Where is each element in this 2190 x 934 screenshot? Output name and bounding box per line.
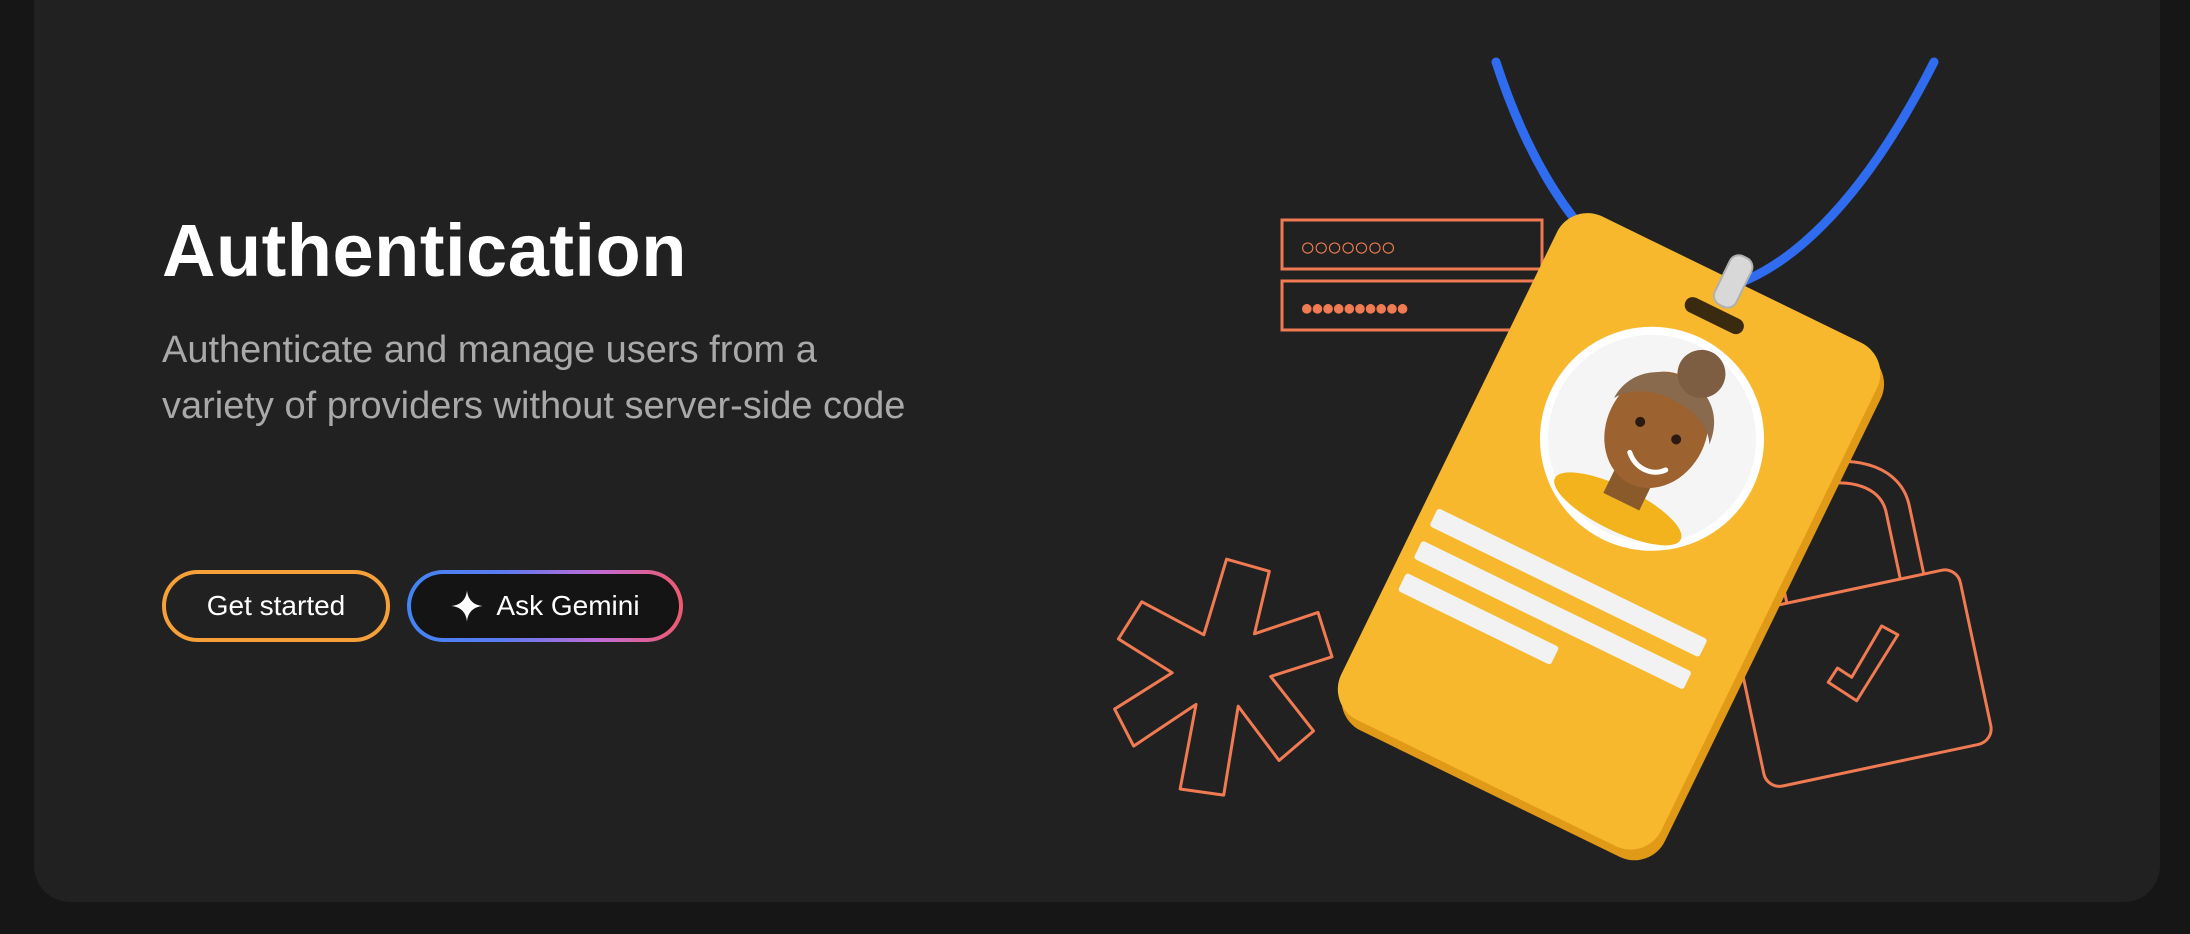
password-field-illustration: ●●●●●●●●●● bbox=[1280, 279, 1544, 332]
ask-gemini-button[interactable]: Ask Gemini bbox=[407, 570, 683, 642]
gemini-spark-icon bbox=[451, 590, 484, 622]
username-mask-text: ○○○○○○○ bbox=[1302, 236, 1396, 258]
hero-description: Authenticate and manage users from a var… bbox=[162, 329, 906, 427]
get-started-label: Get started bbox=[206, 590, 346, 621]
id-badge-illustration: ○○○○○○○ ●●●●●●●●●● bbox=[1113, 57, 1993, 861]
username-field-illustration: ○○○○○○○ bbox=[1280, 218, 1544, 271]
get-started-button[interactable]: Get started bbox=[162, 570, 390, 642]
asterisk-icon bbox=[1113, 557, 1334, 797]
ask-gemini-inner: Ask Gemini bbox=[411, 574, 679, 638]
hero-card: Authentication Authenticate and manage u… bbox=[34, 0, 2160, 902]
ask-gemini-label: Ask Gemini bbox=[496, 590, 640, 621]
cta-buttons: Get started Ask Gemini bbox=[162, 570, 683, 642]
password-mask-text: ●●●●●●●●●● bbox=[1302, 298, 1408, 317]
page-title: Authentication bbox=[162, 209, 687, 292]
